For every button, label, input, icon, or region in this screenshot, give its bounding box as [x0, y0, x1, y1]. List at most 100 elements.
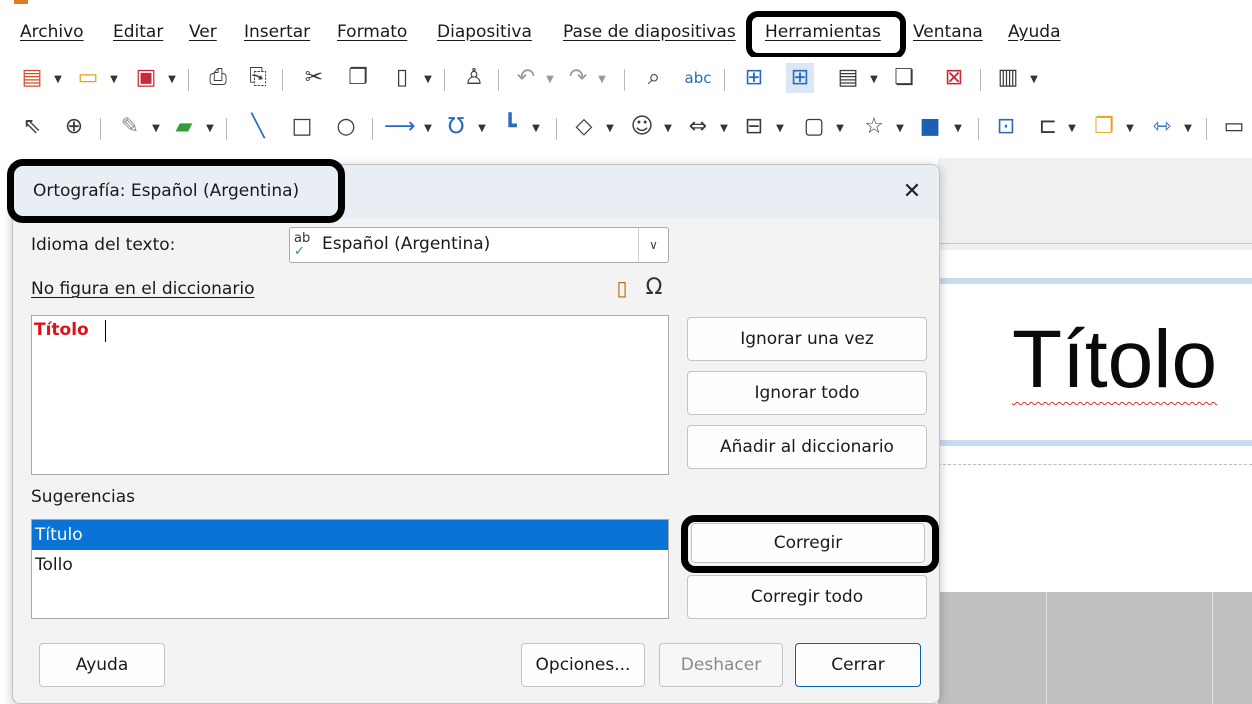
fill-color-icon[interactable]: ▰ [170, 112, 198, 142]
copy-icon[interactable]: ❐ [344, 63, 372, 93]
menu-ver[interactable]: Ver [189, 22, 217, 42]
language-value: Español (Argentina) [322, 234, 491, 254]
transform-icon[interactable]: ⊡ [992, 112, 1020, 142]
arrow-icon[interactable]: ⟶ [384, 112, 416, 142]
star-icon[interactable]: ☆ [860, 112, 888, 142]
ignore-once-button[interactable]: Ignorar una vez [687, 317, 927, 361]
options-button[interactable]: Opciones... [521, 643, 645, 687]
undo-button[interactable]: Deshacer [659, 643, 783, 687]
textbox-icon[interactable]: ▤ [834, 63, 862, 93]
slide-title-text[interactable]: Títolo [1012, 312, 1217, 408]
menu-ayuda[interactable]: Ayuda [1008, 22, 1061, 42]
app-accent-stripe [14, 0, 28, 4]
symbol-shapes-dropdown-icon[interactable]: ▼ [662, 114, 674, 144]
spelling-icon[interactable]: abc [684, 63, 712, 93]
cut-icon[interactable]: ✂ [300, 63, 328, 93]
basic-shapes-dropdown-icon[interactable]: ▼ [604, 114, 616, 144]
line-icon[interactable]: ╲ [244, 112, 272, 142]
add-to-dictionary-button[interactable]: Añadir al diccionario [687, 425, 927, 469]
menu-archivo[interactable]: Archivo [20, 22, 84, 42]
ruler-line [938, 243, 1252, 244]
presentation-layout-icon[interactable]: ▥ [994, 63, 1022, 93]
menu-formato[interactable]: Formato [337, 22, 407, 42]
correct-all-button[interactable]: Corregir todo [687, 575, 927, 619]
menu-diapositiva[interactable]: Diapositiva [437, 22, 532, 42]
open-folder-icon[interactable]: ▭ [74, 63, 102, 93]
export-pdf-icon[interactable]: ⎙ [204, 63, 232, 93]
new-document-icon[interactable]: ▤ [18, 63, 46, 93]
curve-icon[interactable]: ℧ [442, 112, 470, 142]
callouts-dropdown-icon[interactable]: ▼ [834, 114, 846, 144]
paste-icon[interactable]: ▯ [609, 275, 635, 301]
redo-icon[interactable]: ↷ [564, 63, 592, 93]
menu-ventana[interactable]: Ventana [913, 22, 983, 42]
insert-table-icon[interactable]: ❏ [890, 63, 918, 93]
open-dropdown-icon[interactable]: ▼ [108, 65, 120, 95]
fill-color-dropdown-icon[interactable]: ▼ [204, 114, 216, 144]
flowchart-dropdown-icon[interactable]: ▼ [774, 114, 786, 144]
select-icon[interactable]: ⇖ [18, 112, 46, 142]
redo-dropdown-icon[interactable]: ▼ [596, 65, 608, 95]
suggestions-list[interactable]: Título Tollo [31, 519, 669, 619]
correct-button-highlight-outline [681, 515, 939, 573]
toolbar-separator [556, 118, 557, 140]
clone-formatting-icon[interactable]: ♙ [460, 63, 488, 93]
language-label: Idioma del texto: [31, 235, 176, 255]
paste-icon[interactable]: ▯ [388, 63, 416, 93]
line-color-dropdown-icon[interactable]: ▼ [150, 114, 162, 144]
save-icon[interactable]: ▣ [132, 63, 160, 93]
close-icon[interactable]: ✕ [897, 177, 927, 207]
new-document-dropdown-icon[interactable]: ▼ [52, 65, 64, 95]
stars-dropdown-icon[interactable]: ▼ [894, 114, 906, 144]
delete-icon[interactable]: ⊠ [940, 63, 968, 93]
block-arrows-dropdown-icon[interactable]: ▼ [718, 114, 730, 144]
slide-canvas[interactable] [938, 250, 1252, 592]
snap-to-grid-icon[interactable]: ⊞ [786, 63, 814, 93]
align-icon[interactable]: ⊏ [1034, 112, 1062, 142]
save-dropdown-icon[interactable]: ▼ [166, 65, 178, 95]
arrange-dropdown-icon[interactable]: ▼ [1124, 114, 1136, 144]
menu-pase-de-diapositivas[interactable]: Pase de diapositivas [563, 22, 736, 42]
toolbar-separator [978, 118, 979, 140]
toolbar-separator [624, 69, 625, 91]
connector-dropdown-icon[interactable]: ▼ [530, 114, 542, 144]
layout-dropdown-icon[interactable]: ▼ [1028, 65, 1040, 95]
3d-objects-dropdown-icon[interactable]: ▼ [952, 114, 964, 144]
distribute-icon[interactable]: ⇿ [1148, 112, 1176, 142]
suggestion-item[interactable]: Tollo [32, 550, 668, 580]
textbox-dropdown-icon[interactable]: ▼ [868, 65, 880, 95]
smiley-icon[interactable]: ☺ [628, 112, 656, 142]
find-replace-icon[interactable]: ⌕ [640, 63, 668, 93]
flowchart-icon[interactable]: ⊟ [740, 112, 768, 142]
grid-display-icon[interactable]: ⊞ [740, 63, 768, 93]
help-button[interactable]: Ayuda [39, 643, 165, 687]
distribute-dropdown-icon[interactable]: ▼ [1182, 114, 1194, 144]
callout-icon[interactable]: ▢ [800, 112, 828, 142]
chevron-down-icon[interactable]: ∨ [638, 228, 668, 262]
paste-dropdown-icon[interactable]: ▼ [422, 65, 434, 95]
ellipse-icon[interactable]: ○ [332, 112, 360, 142]
language-select[interactable]: ab ✓ Español (Argentina) ∨ [289, 227, 669, 263]
3d-object-icon[interactable]: ■ [916, 112, 944, 142]
curve-dropdown-icon[interactable]: ▼ [476, 114, 488, 144]
close-button[interactable]: Cerrar [795, 643, 921, 687]
undo-icon[interactable]: ↶ [512, 63, 540, 93]
rectangle-icon[interactable]: □ [288, 112, 316, 142]
connector-icon[interactable]: ┗ [496, 112, 524, 142]
diamond-icon[interactable]: ◇ [570, 112, 598, 142]
double-arrow-icon[interactable]: ⇔ [684, 112, 712, 142]
menu-insertar[interactable]: Insertar [244, 22, 310, 42]
suggestion-item[interactable]: Título [32, 520, 668, 550]
shadow-icon[interactable]: ▭ [1220, 112, 1248, 142]
print-icon[interactable]: ⎘ [244, 63, 272, 93]
zoom-icon[interactable]: ⊕ [60, 112, 88, 142]
ignore-all-button[interactable]: Ignorar todo [687, 371, 927, 415]
menu-editar[interactable]: Editar [113, 22, 163, 42]
special-character-icon[interactable]: Ω [641, 275, 667, 301]
arrange-icon[interactable]: ❐ [1090, 112, 1118, 142]
line-color-icon[interactable]: ✎ [116, 112, 144, 142]
undo-dropdown-icon[interactable]: ▼ [544, 65, 556, 95]
arrow-dropdown-icon[interactable]: ▼ [422, 114, 434, 144]
align-dropdown-icon[interactable]: ▼ [1066, 114, 1078, 144]
not-in-dictionary-textbox[interactable]: Títolo [31, 315, 669, 475]
